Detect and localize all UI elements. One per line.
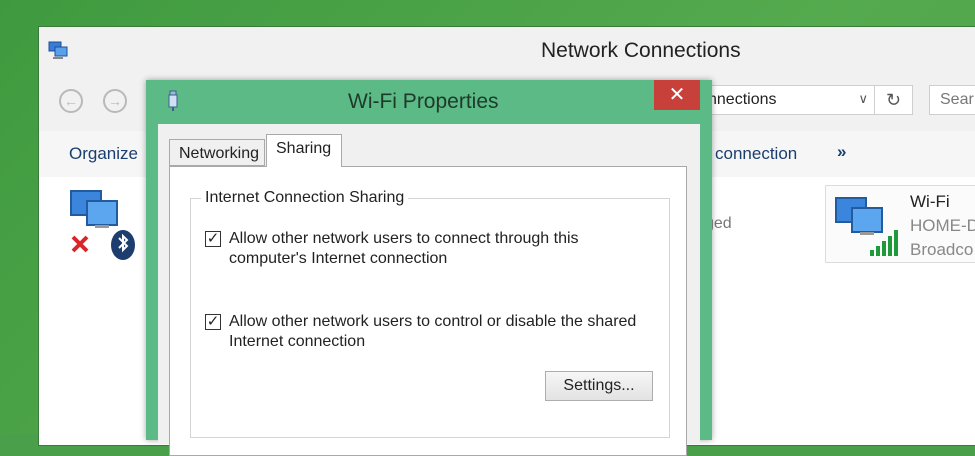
wifi-properties-dialog: Wi-Fi Properties ✕ Networking Sharing In… (146, 80, 712, 456)
explorer-window-title: Network Connections (541, 39, 741, 62)
back-arrow-icon[interactable]: ← (59, 89, 83, 113)
internet-connection-sharing-group: Internet Connection Sharing ✓ Allow othe… (190, 189, 670, 438)
tab-networking-label: Networking (179, 145, 260, 162)
group-title: Internet Connection Sharing (201, 189, 409, 207)
dialog-body: Networking Sharing Internet Connection S… (158, 124, 700, 456)
sharing-tab-panel: Internet Connection Sharing ✓ Allow othe… (169, 166, 687, 456)
dialog-titlebar: Wi-Fi Properties ✕ (146, 80, 712, 120)
wifi-tile-adapter: Broadco (910, 240, 974, 259)
bluetooth-network-disconnected-icon[interactable] (65, 187, 141, 263)
network-connections-app-icon (48, 41, 68, 59)
allow-control-checkbox[interactable]: ✓ (205, 314, 221, 330)
refresh-icon[interactable]: ↻ (875, 85, 913, 115)
search-input[interactable]: Sear (929, 85, 975, 115)
close-icon[interactable]: ✕ (654, 80, 700, 110)
allow-connect-label: Allow other network users to connect thr… (229, 230, 579, 267)
address-text: nnections (708, 91, 777, 108)
explorer-titlebar: Network Connections (39, 27, 975, 75)
tab-sharing-label: Sharing (276, 140, 332, 157)
tab-networking[interactable]: Networking (169, 139, 265, 166)
tab-sharing[interactable]: Sharing (266, 134, 342, 167)
allow-connect-checkbox[interactable]: ✓ (205, 231, 221, 247)
connection-command[interactable]: connection (715, 144, 797, 164)
dialog-title: Wi-Fi Properties (348, 90, 499, 113)
wifi-tile-name: Wi-Fi (910, 192, 950, 211)
search-placeholder: Sear (940, 91, 974, 108)
more-commands-chevron[interactable]: » (837, 142, 846, 162)
wifi-adapter-icon (835, 197, 898, 256)
address-field[interactable]: nnections ∨ (699, 85, 875, 115)
wifi-connection-tile[interactable]: Wi-Fi HOME-D Broadco (825, 185, 975, 263)
organize-menu[interactable]: Organize (69, 144, 138, 164)
allow-control-label: Allow other network users to control or … (229, 313, 637, 350)
forward-arrow-icon[interactable]: → (103, 89, 127, 113)
network-adapter-icon (168, 90, 178, 111)
settings-button[interactable]: Settings... (545, 371, 653, 401)
wifi-tile-network: HOME-D (910, 216, 975, 235)
chevron-down-icon[interactable]: ∨ (858, 91, 868, 107)
